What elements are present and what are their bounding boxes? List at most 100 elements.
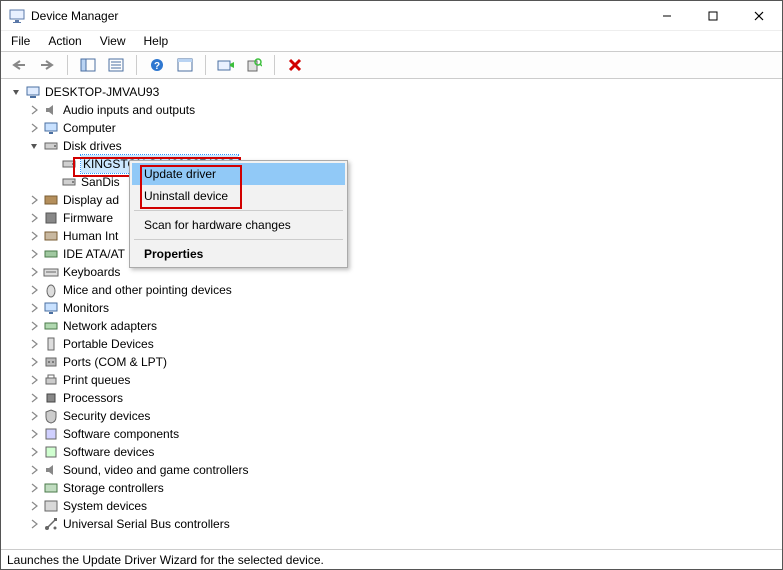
expander-empty — [45, 175, 59, 189]
chevron-right-icon[interactable] — [27, 463, 41, 477]
chevron-right-icon[interactable] — [27, 247, 41, 261]
ctx-properties[interactable]: Properties — [132, 243, 345, 265]
cpu-icon — [43, 390, 59, 406]
chevron-right-icon[interactable] — [27, 193, 41, 207]
chevron-right-icon[interactable] — [27, 499, 41, 513]
toolbar: ? — [1, 51, 782, 79]
device-manager-window: Device Manager File Action View Help ? — [0, 0, 783, 570]
tree-category-computer[interactable]: Computer — [7, 119, 782, 137]
chevron-right-icon[interactable] — [27, 427, 41, 441]
menu-view[interactable]: View — [98, 34, 128, 48]
toolbar-separator — [136, 55, 137, 75]
chevron-right-icon[interactable] — [27, 517, 41, 531]
tree-category-ide[interactable]: IDE ATA/AT — [7, 245, 782, 263]
chevron-right-icon[interactable] — [27, 319, 41, 333]
back-button[interactable] — [7, 54, 31, 76]
svg-text:?: ? — [154, 61, 160, 72]
toolbar-separator — [205, 55, 206, 75]
tree-item-kingston[interactable]: KINGSTON SA400S37480G — [7, 155, 782, 173]
tree-category-software-devices[interactable]: Software devices — [7, 443, 782, 461]
tree-category-mice[interactable]: Mice and other pointing devices — [7, 281, 782, 299]
chevron-right-icon[interactable] — [27, 481, 41, 495]
tree-category-firmware[interactable]: Firmware — [7, 209, 782, 227]
sound-icon — [43, 462, 59, 478]
chevron-right-icon[interactable] — [27, 103, 41, 117]
tree-category-print-queues[interactable]: Print queues — [7, 371, 782, 389]
statusbar-text: Launches the Update Driver Wizard for th… — [7, 553, 324, 567]
ctx-update-driver[interactable]: Update driver — [132, 163, 345, 185]
tree-label: Audio inputs and outputs — [63, 101, 195, 119]
tree-category-system[interactable]: System devices — [7, 497, 782, 515]
tree-category-monitors[interactable]: Monitors — [7, 299, 782, 317]
chevron-down-icon[interactable] — [9, 85, 23, 99]
chevron-right-icon[interactable] — [27, 121, 41, 135]
properties-button[interactable] — [104, 54, 128, 76]
tree-label: System devices — [63, 497, 147, 515]
device-tree[interactable]: DESKTOP-JMVAU93 Audio inputs and outputs… — [1, 79, 782, 549]
tree-category-network[interactable]: Network adapters — [7, 317, 782, 335]
hid-icon — [43, 228, 59, 244]
keyboard-icon — [43, 264, 59, 280]
forward-button[interactable] — [35, 54, 59, 76]
view-button[interactable] — [173, 54, 197, 76]
drive-icon — [61, 156, 77, 172]
tree-category-security[interactable]: Security devices — [7, 407, 782, 425]
portable-icon — [43, 336, 59, 352]
tree-category-software-components[interactable]: Software components — [7, 425, 782, 443]
chevron-right-icon[interactable] — [27, 265, 41, 279]
chevron-right-icon[interactable] — [27, 445, 41, 459]
menu-action[interactable]: Action — [46, 34, 83, 48]
tree-item-sandisk[interactable]: SanDis — [7, 173, 782, 191]
tree-category-usb[interactable]: Universal Serial Bus controllers — [7, 515, 782, 533]
ctx-uninstall-device[interactable]: Uninstall device — [132, 185, 345, 207]
menu-file[interactable]: File — [9, 34, 32, 48]
tree-category-ports[interactable]: Ports (COM & LPT) — [7, 353, 782, 371]
tree-category-display[interactable]: Display ad — [7, 191, 782, 209]
tree-label: Ports (COM & LPT) — [63, 353, 167, 371]
tree-category-processors[interactable]: Processors — [7, 389, 782, 407]
tree-label: Network adapters — [63, 317, 157, 335]
tree-category-keyboards[interactable]: Keyboards — [7, 263, 782, 281]
chevron-right-icon[interactable] — [27, 229, 41, 243]
drive-icon — [61, 174, 77, 190]
update-driver-button[interactable] — [214, 54, 238, 76]
chevron-right-icon[interactable] — [27, 337, 41, 351]
tree-label: Human Int — [63, 227, 118, 245]
chevron-right-icon[interactable] — [27, 409, 41, 423]
tree-category-sound[interactable]: Sound, video and game controllers — [7, 461, 782, 479]
computer-icon — [25, 84, 41, 100]
menu-help[interactable]: Help — [142, 34, 171, 48]
chevron-right-icon[interactable] — [27, 211, 41, 225]
minimize-button[interactable] — [644, 1, 690, 31]
toolbar-separator — [274, 55, 275, 75]
tree-label: Disk drives — [63, 137, 122, 155]
scan-hardware-button[interactable] — [242, 54, 266, 76]
tree-label: Universal Serial Bus controllers — [63, 515, 230, 533]
maximize-button[interactable] — [690, 1, 736, 31]
titlebar: Device Manager — [1, 1, 782, 31]
chevron-right-icon[interactable] — [27, 355, 41, 369]
tree-category-portable[interactable]: Portable Devices — [7, 335, 782, 353]
component-icon — [43, 426, 59, 442]
security-icon — [43, 408, 59, 424]
show-hide-console-tree-button[interactable] — [76, 54, 100, 76]
ctx-scan-hardware[interactable]: Scan for hardware changes — [132, 214, 345, 236]
tree-category-audio[interactable]: Audio inputs and outputs — [7, 101, 782, 119]
uninstall-device-button[interactable] — [283, 54, 307, 76]
tree-category-hid[interactable]: Human Int — [7, 227, 782, 245]
tree-label: DESKTOP-JMVAU93 — [45, 83, 159, 101]
chevron-down-icon[interactable] — [27, 139, 41, 153]
expander-empty — [45, 157, 59, 171]
tree-category-storage[interactable]: Storage controllers — [7, 479, 782, 497]
tree-root[interactable]: DESKTOP-JMVAU93 — [7, 83, 782, 101]
chevron-right-icon[interactable] — [27, 283, 41, 297]
network-icon — [43, 318, 59, 334]
app-icon — [9, 8, 25, 24]
chevron-right-icon[interactable] — [27, 391, 41, 405]
help-button[interactable]: ? — [145, 54, 169, 76]
toolbar-separator — [67, 55, 68, 75]
chevron-right-icon[interactable] — [27, 373, 41, 387]
chevron-right-icon[interactable] — [27, 301, 41, 315]
tree-category-disk-drives[interactable]: Disk drives — [7, 137, 782, 155]
close-button[interactable] — [736, 1, 782, 31]
